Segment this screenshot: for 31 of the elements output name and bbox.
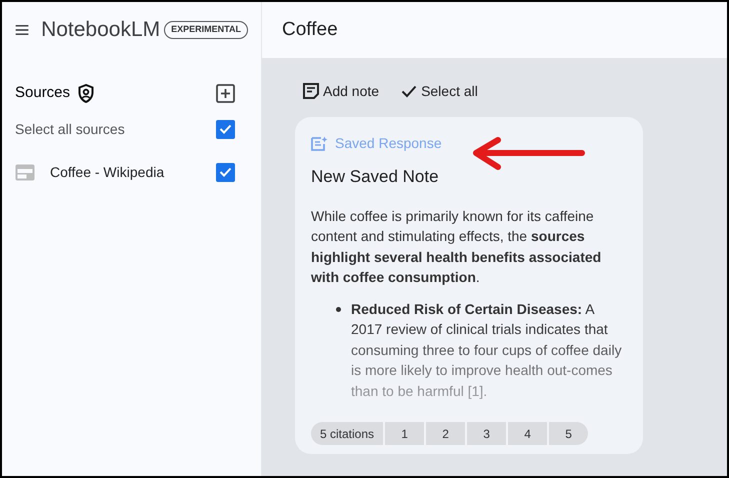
app-title: NotebookLM bbox=[41, 17, 160, 44]
checkbox[interactable] bbox=[216, 162, 235, 182]
saved-response-label: Saved Response bbox=[335, 134, 442, 153]
sources-heading: Sources bbox=[15, 82, 70, 103]
citation-chip[interactable]: 4 bbox=[508, 422, 548, 445]
add-source-icon[interactable] bbox=[216, 84, 235, 102]
web-page-icon bbox=[15, 164, 35, 180]
note-title: New Saved Note bbox=[311, 166, 440, 188]
checkbox[interactable] bbox=[216, 120, 235, 138]
bullet-icon bbox=[336, 306, 341, 312]
select-all-label: Select all sources bbox=[15, 120, 125, 138]
note-sparkle-icon bbox=[311, 136, 328, 150]
citations-count: 5 citations bbox=[311, 422, 384, 445]
note-icon bbox=[302, 82, 320, 100]
experimental-badge: EXPERIMENTAL bbox=[164, 21, 248, 39]
citation-chip[interactable]: 2 bbox=[426, 422, 466, 445]
note-paragraph: While coffee is primarily known for its caffeine content and stimulating effects, the sources highlight several health benefits associated with coffee consumption. bbox=[311, 206, 602, 287]
note-card[interactable] bbox=[295, 117, 643, 454]
check-icon bbox=[401, 84, 418, 98]
add-note-button[interactable]: Add note bbox=[302, 80, 380, 102]
source-title[interactable]: Coffee - Wikipedia bbox=[50, 162, 164, 182]
citation-chip[interactable]: 5 bbox=[549, 422, 588, 445]
notebook-title: Coffee bbox=[282, 18, 338, 42]
menu-icon[interactable] bbox=[15, 23, 30, 37]
select-all-button[interactable]: Select all bbox=[401, 80, 478, 102]
citation-chip[interactable]: 1 bbox=[385, 422, 424, 445]
check-icon bbox=[219, 167, 232, 177]
check-icon bbox=[219, 124, 232, 134]
shield-icon[interactable] bbox=[78, 84, 94, 102]
citation-chip[interactable]: 3 bbox=[467, 422, 506, 445]
bullet-text: Reduced Risk of Certain Diseases: A 2017 review of clinical trials indicates that consuming three to four cups of coffee daily is more likely to improve health out-comes than to be harmful [1]. bbox=[351, 300, 623, 401]
